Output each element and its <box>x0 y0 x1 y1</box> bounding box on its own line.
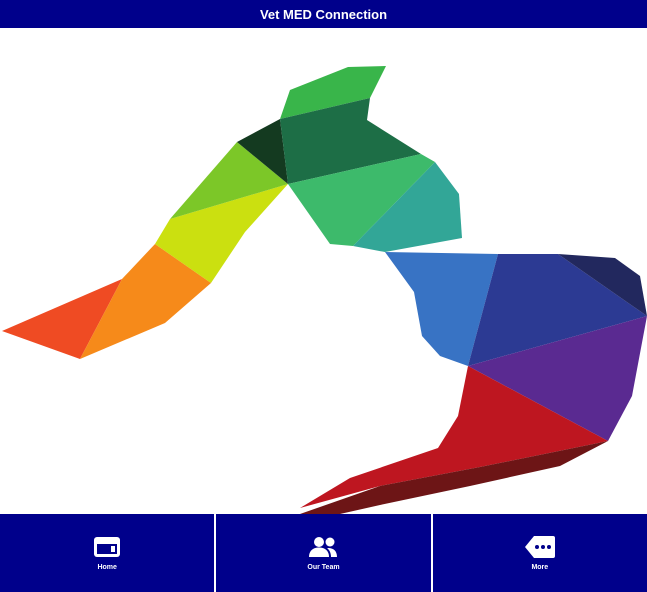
app-window: Vet MED Connection Home Our Team More <box>0 0 647 592</box>
page-title: Vet MED Connection <box>259 6 388 22</box>
people-icon <box>307 534 339 560</box>
tab-home-label: Home <box>97 564 117 571</box>
more-tag-icon <box>524 534 556 560</box>
polygon-animal-artwork <box>0 28 647 514</box>
bottom-tab-bar: Home Our Team More <box>0 514 647 592</box>
home-card-icon <box>91 534 123 560</box>
tab-more[interactable]: More <box>432 514 647 592</box>
tab-home[interactable]: Home <box>0 514 215 592</box>
tab-more-label: More <box>531 564 549 571</box>
tab-our-team[interactable]: Our Team <box>216 514 431 592</box>
header-bar: Vet MED Connection <box>0 0 647 28</box>
tab-our-team-label: Our Team <box>307 564 340 571</box>
